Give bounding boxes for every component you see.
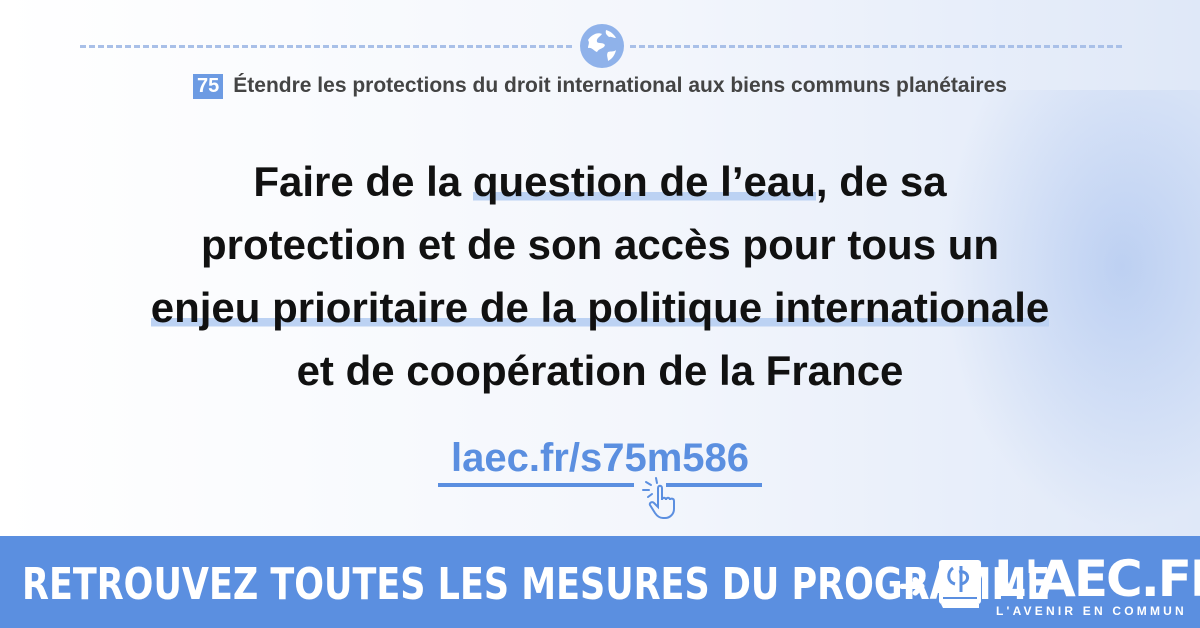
headline-text: Faire de la xyxy=(253,158,473,205)
globe-icon xyxy=(580,24,624,68)
measure-number-badge: 75 xyxy=(193,74,224,99)
logo-tagline: L'AVENIR EN COMMUN xyxy=(996,604,1187,618)
divider xyxy=(630,45,1122,48)
short-link[interactable]: laec.fr/s75m586 xyxy=(0,436,1200,481)
arrow-right-icon: ➜ xyxy=(898,567,927,605)
headline: Faire de la question de l’eau, de sa pro… xyxy=(0,150,1200,402)
headline-highlight: enjeu prioritaire de la politique intern… xyxy=(150,284,1050,331)
measure-heading: 75 Étendre les protections du droit inter… xyxy=(0,74,1200,99)
headline-line: protection et de son accès pour tous un xyxy=(200,221,1000,268)
measure-title: Étendre les protections du droit interna… xyxy=(233,74,1007,97)
divider xyxy=(80,45,572,48)
link-underline xyxy=(438,483,634,487)
book-logo-icon xyxy=(939,560,981,608)
banner-text: RETROUVEZ TOUTES LES MESURES DU PROGRAMM… xyxy=(22,560,1051,610)
headline-text: , de sa xyxy=(815,158,947,205)
headline-highlight: question de l’eau xyxy=(472,158,816,205)
short-link-text[interactable]: laec.fr/s75m586 xyxy=(451,436,749,480)
program-banner[interactable]: RETROUVEZ TOUTES LES MESURES DU PROGRAMM… xyxy=(0,536,1200,628)
logo-wordmark: L'AEC.FR xyxy=(994,550,1200,608)
pointing-hand-icon xyxy=(642,477,675,519)
headline-line: et de coopération de la France xyxy=(296,347,904,394)
